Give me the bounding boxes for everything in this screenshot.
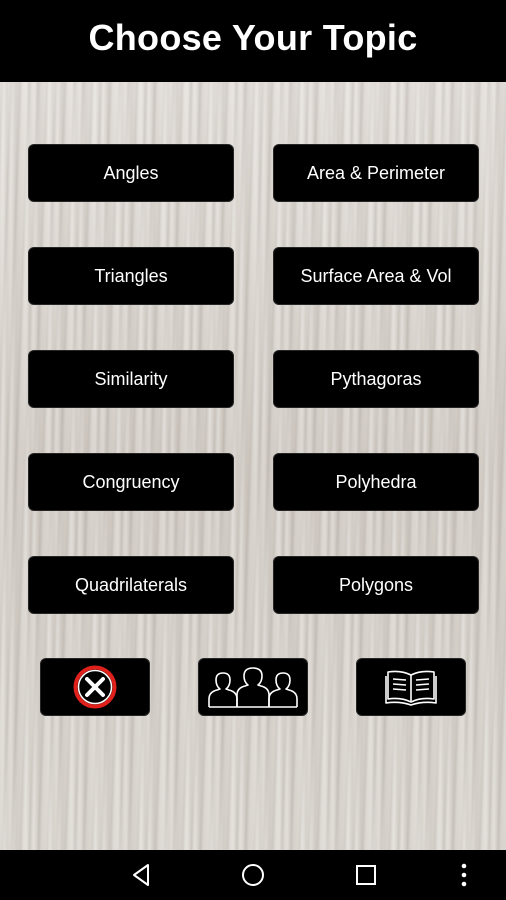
people-icon [208,667,298,708]
home-button[interactable] [231,850,275,900]
recent-apps-button[interactable] [344,850,388,900]
topic-button-pythagoras[interactable]: Pythagoras [273,350,479,408]
overflow-menu-icon [461,863,467,887]
app-header: Choose Your Topic [0,0,506,82]
topic-button-angles[interactable]: Angles [28,144,234,202]
topic-button-polygons[interactable]: Polygons [273,556,479,614]
system-navigation-bar [0,850,506,900]
overflow-menu-button[interactable] [452,850,476,900]
topic-button-triangles[interactable]: Triangles [28,247,234,305]
book-button[interactable] [356,658,466,716]
topic-button-quadrilaterals[interactable]: Quadrilaterals [28,556,234,614]
back-icon [133,864,149,886]
back-button[interactable] [120,850,164,900]
topic-button-area-perimeter[interactable]: Area & Perimeter [273,144,479,202]
topic-button-polyhedra[interactable]: Polyhedra [273,453,479,511]
people-button[interactable] [198,658,308,716]
book-icon [385,670,437,706]
page-title: Choose Your Topic [88,17,418,58]
recent-apps-icon [356,865,376,885]
home-icon [242,864,264,886]
topic-button-congruency[interactable]: Congruency [28,453,234,511]
topic-button-surface-area-volume[interactable]: Surface Area & Vol [273,247,479,305]
topic-button-similarity[interactable]: Similarity [28,350,234,408]
close-icon [73,665,117,709]
close-button[interactable] [40,658,150,716]
